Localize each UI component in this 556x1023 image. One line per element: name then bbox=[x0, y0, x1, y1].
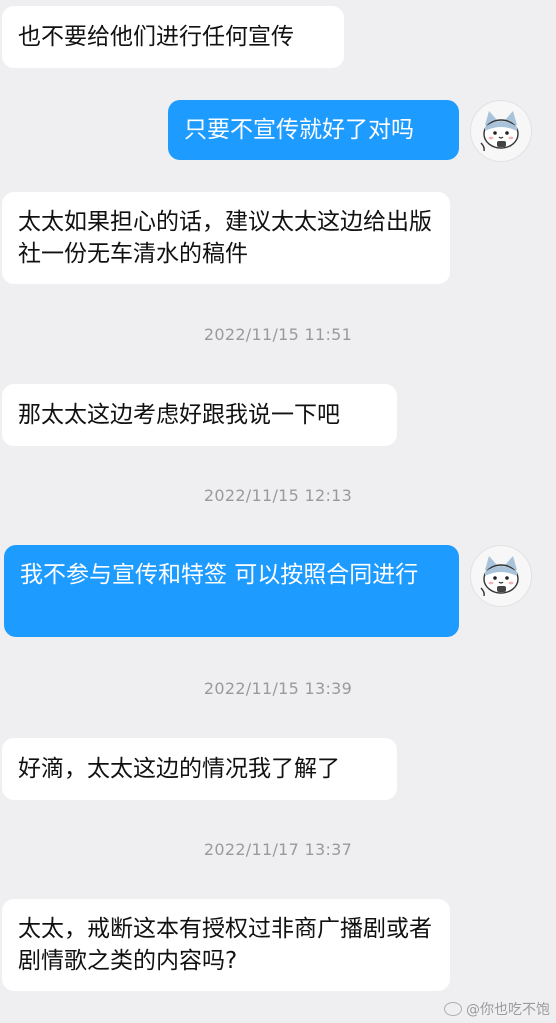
message-text: 太太，戒断这本有授权过非商广播剧或者剧情歌之类的内容吗? bbox=[18, 916, 432, 974]
outgoing-message: 我不参与宣传和特签 可以按照合同进行 bbox=[4, 545, 459, 637]
avatar[interactable] bbox=[470, 545, 532, 607]
timestamp: 2022/11/15 13:39 bbox=[203, 679, 353, 698]
avatar[interactable] bbox=[470, 100, 532, 162]
timestamp: 2022/11/15 11:51 bbox=[203, 325, 353, 344]
timestamp: 2022/11/17 13:37 bbox=[203, 840, 353, 859]
message-text: 那太太这边考虑好跟我说一下吧 bbox=[18, 402, 340, 428]
incoming-message: 也不要给他们进行任何宣传 bbox=[2, 6, 344, 68]
cat-avatar-icon bbox=[480, 111, 519, 152]
incoming-message: 好滴，太太这边的情况我了解了 bbox=[2, 738, 397, 800]
watermark: @你也吃不饱 bbox=[444, 999, 550, 1019]
watermark-text: @你也吃不饱 bbox=[466, 1002, 550, 1018]
message-text: 只要不宣传就好了对吗 bbox=[184, 117, 414, 143]
timestamp: 2022/11/15 12:13 bbox=[203, 486, 353, 505]
message-text: 太太如果担心的话，建议太太这边给出版社一份无车清水的稿件 bbox=[18, 209, 432, 267]
incoming-message: 那太太这边考虑好跟我说一下吧 bbox=[2, 384, 397, 446]
incoming-message: 太太如果担心的话，建议太太这边给出版社一份无车清水的稿件 bbox=[2, 192, 450, 284]
weibo-icon bbox=[444, 1002, 462, 1016]
message-text: 我不参与宣传和特签 可以按照合同进行 bbox=[20, 562, 419, 588]
incoming-message: 太太，戒断这本有授权过非商广播剧或者剧情歌之类的内容吗? bbox=[2, 899, 450, 991]
outgoing-message: 只要不宣传就好了对吗 bbox=[168, 100, 459, 160]
message-text: 好滴，太太这边的情况我了解了 bbox=[18, 756, 340, 782]
cat-avatar-icon bbox=[480, 556, 519, 597]
message-text: 也不要给他们进行任何宣传 bbox=[18, 24, 294, 50]
